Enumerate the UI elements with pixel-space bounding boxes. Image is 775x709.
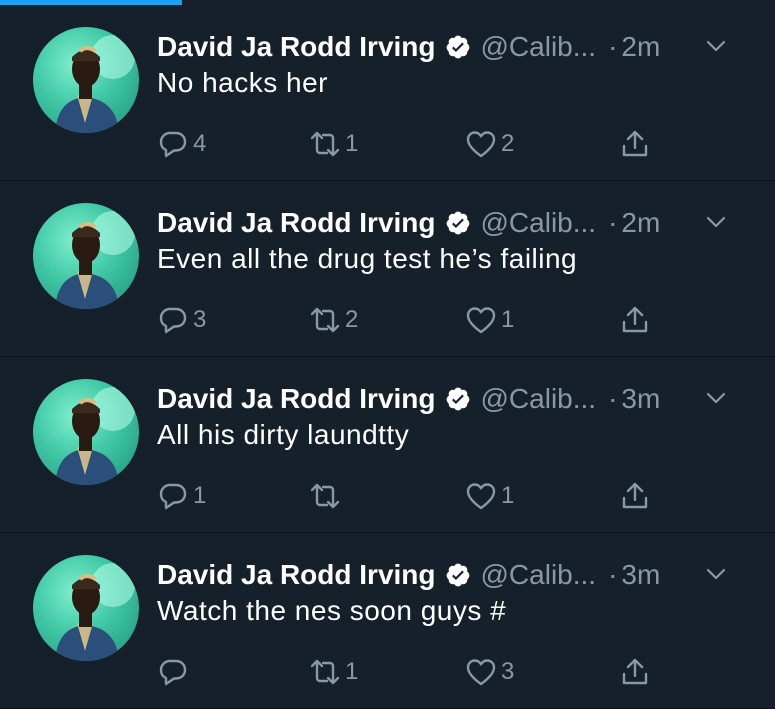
- reply-button[interactable]: [157, 655, 193, 689]
- reply-icon: [159, 659, 187, 686]
- avatar[interactable]: [33, 555, 139, 661]
- chevron-down-icon[interactable]: [705, 387, 727, 409]
- tweet-actions: 1 3: [157, 655, 677, 689]
- retweet-button[interactable]: 1: [309, 127, 358, 161]
- verified-badge-icon: [445, 210, 471, 236]
- heart-icon: [466, 659, 496, 686]
- timestamp[interactable]: 3m: [621, 383, 660, 415]
- separator-dot: ·: [608, 207, 618, 238]
- avatar[interactable]: [33, 27, 139, 133]
- reply-count: 4: [193, 130, 207, 157]
- display-name[interactable]: David Ja Rodd Irving: [157, 31, 436, 63]
- reply-icon: [159, 307, 187, 334]
- tweet-timeline[interactable]: David Ja Rodd Irving @Calib... · 2m No h…: [0, 5, 775, 709]
- tweet-text: No hacks her: [157, 67, 328, 98]
- avatar-photo: [55, 563, 135, 661]
- separator-dot: ·: [608, 383, 618, 414]
- avatar-photo: [55, 211, 135, 309]
- chevron-down-icon[interactable]: [705, 35, 727, 57]
- username-handle[interactable]: @Calib...: [481, 559, 597, 591]
- tweet-text: Even all the drug test he’s failing: [157, 243, 578, 274]
- tweet-text: Watch the nes soon guys #: [157, 595, 507, 626]
- verified-badge-icon: [445, 562, 471, 588]
- retweet-count: 2: [345, 306, 359, 333]
- username-handle[interactable]: @Calib...: [481, 383, 597, 415]
- chevron-down-icon[interactable]: [705, 211, 727, 233]
- username-handle[interactable]: @Calib...: [481, 31, 597, 63]
- display-name[interactable]: David Ja Rodd Irving: [157, 207, 436, 239]
- tweet-actions: 3 2 1: [157, 303, 677, 337]
- separator-dot: ·: [608, 559, 618, 590]
- reply-icon: [159, 483, 187, 510]
- reply-icon: [159, 131, 187, 158]
- tweet[interactable]: David Ja Rodd Irving @Calib... · 3m All …: [0, 357, 775, 533]
- username-handle[interactable]: @Calib...: [481, 207, 597, 239]
- share-icon: [622, 306, 648, 333]
- tweet[interactable]: David Ja Rodd Irving @Calib... · 2m No h…: [0, 5, 775, 181]
- retweet-icon: [310, 131, 340, 157]
- reply-button[interactable]: 1: [157, 479, 206, 513]
- share-button[interactable]: [619, 127, 651, 161]
- tweet-header: David Ja Rodd Irving @Calib... · 2m: [157, 27, 757, 67]
- avatar-photo: [55, 387, 135, 485]
- like-button[interactable]: 1: [465, 479, 514, 513]
- reply-button[interactable]: 3: [157, 303, 206, 337]
- share-icon: [622, 482, 648, 509]
- like-button[interactable]: 1: [465, 303, 514, 337]
- share-icon: [622, 658, 648, 685]
- retweet-button[interactable]: 1: [309, 655, 358, 689]
- timestamp[interactable]: 3m: [621, 559, 660, 591]
- tweet-actions: 1 1: [157, 479, 677, 513]
- retweet-button[interactable]: [309, 479, 345, 513]
- like-count: 1: [501, 482, 515, 509]
- tweet-header: David Ja Rodd Irving @Calib... · 3m: [157, 555, 757, 595]
- tweet[interactable]: David Ja Rodd Irving @Calib... · 3m Watc…: [0, 533, 775, 709]
- heart-icon: [466, 483, 496, 510]
- share-button[interactable]: [619, 303, 651, 337]
- timestamp[interactable]: 2m: [621, 207, 660, 239]
- tweet-header: David Ja Rodd Irving @Calib... · 2m: [157, 203, 757, 243]
- display-name[interactable]: David Ja Rodd Irving: [157, 559, 436, 591]
- like-count: 2: [501, 130, 515, 157]
- reply-button[interactable]: 4: [157, 127, 206, 161]
- share-icon: [622, 130, 648, 157]
- tweet-header: David Ja Rodd Irving @Calib... · 3m: [157, 379, 757, 419]
- tweet-actions: 4 1 2: [157, 127, 677, 161]
- separator-dot: ·: [608, 31, 618, 62]
- like-count: 1: [501, 306, 515, 333]
- display-name[interactable]: David Ja Rodd Irving: [157, 383, 436, 415]
- timestamp[interactable]: 2m: [621, 31, 660, 63]
- avatar[interactable]: [33, 379, 139, 485]
- like-count: 3: [501, 658, 515, 685]
- retweet-count: 1: [345, 658, 359, 685]
- chevron-down-icon[interactable]: [705, 563, 727, 585]
- reply-count: 3: [193, 306, 207, 333]
- verified-badge-icon: [445, 34, 471, 60]
- heart-icon: [466, 307, 496, 334]
- share-button[interactable]: [619, 479, 651, 513]
- like-button[interactable]: 2: [465, 127, 514, 161]
- like-button[interactable]: 3: [465, 655, 514, 689]
- retweet-icon: [310, 659, 340, 685]
- retweet-icon: [310, 483, 340, 509]
- share-button[interactable]: [619, 655, 651, 689]
- tweet[interactable]: David Ja Rodd Irving @Calib... · 2m Even…: [0, 181, 775, 357]
- heart-icon: [466, 131, 496, 158]
- retweet-count: 1: [345, 130, 359, 157]
- avatar[interactable]: [33, 203, 139, 309]
- avatar-photo: [55, 35, 135, 133]
- retweet-button[interactable]: 2: [309, 303, 358, 337]
- verified-badge-icon: [445, 386, 471, 412]
- reply-count: 1: [193, 482, 207, 509]
- tweet-text: All his dirty laundtty: [157, 419, 410, 450]
- retweet-icon: [310, 307, 340, 333]
